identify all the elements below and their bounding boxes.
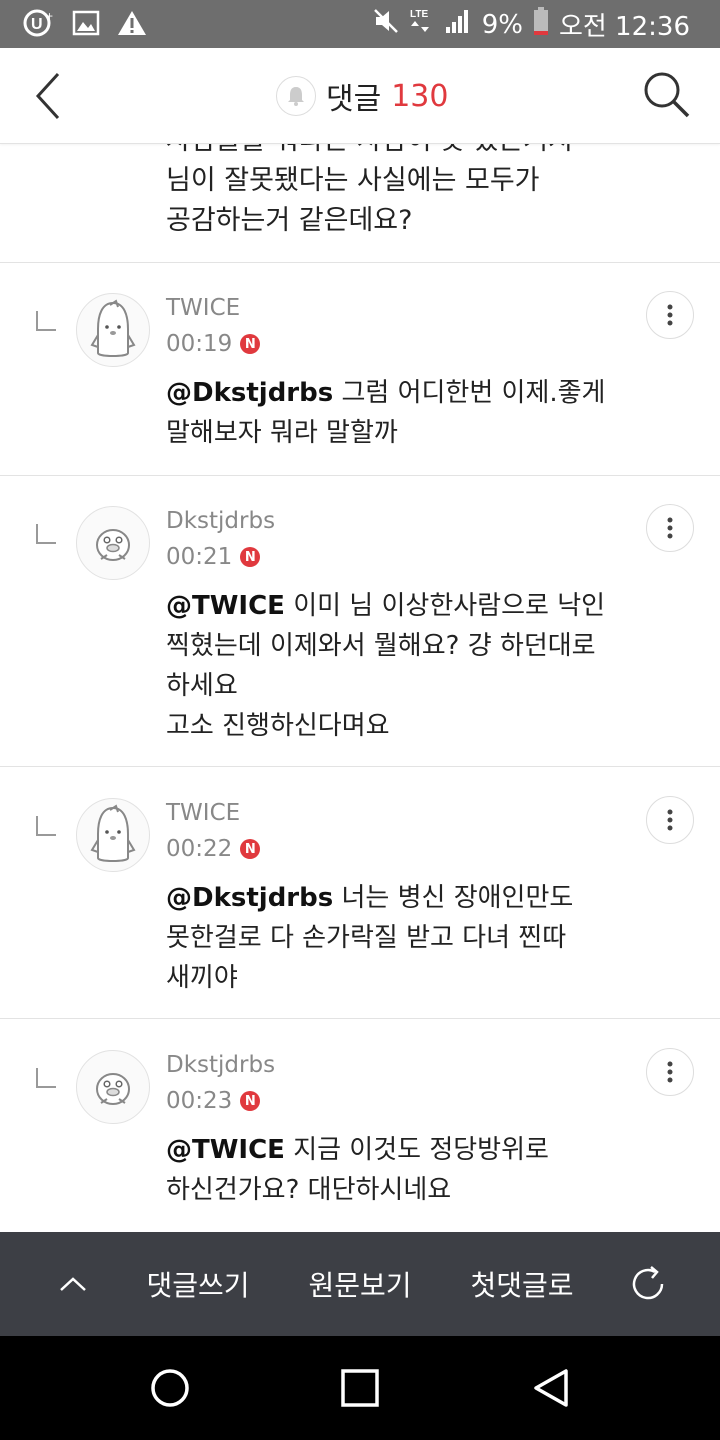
comment-author[interactable]: TWICE — [166, 800, 240, 826]
reply-indicator — [36, 1068, 56, 1088]
comments-header: 댓글 130 — [0, 48, 720, 144]
reply-indicator — [36, 311, 56, 331]
comment-timestamp: 00:19 — [166, 331, 233, 357]
bottom-toolbar: 댓글쓰기 원문보기 첫댓글로 — [0, 1232, 720, 1336]
new-badge: N — [240, 1091, 261, 1111]
back-button[interactable] — [28, 70, 76, 122]
system-nav-bar — [0, 1336, 720, 1440]
penguin-avatar-icon[interactable] — [76, 293, 150, 367]
reply-item: Dkstjdrbs 00:23 N @TWICE 지금 이것도 정당방위로 하신… — [0, 1020, 720, 1232]
comment-time: 00:21 N — [166, 544, 261, 570]
chevron-left-icon — [35, 72, 60, 120]
clock: 오전 12:36 — [558, 12, 690, 42]
first-comment-button[interactable]: 첫댓글로 — [454, 1232, 590, 1336]
svg-text:U: U — [31, 16, 43, 33]
comment-body: 사람들을 뭐라는 사람이 못 있는거지 님이 잘못됐다는 사실에는 모두가 공감… — [166, 143, 573, 236]
mention-link[interactable]: @TWICE — [166, 1135, 285, 1165]
comment-author[interactable]: TWICE — [166, 295, 240, 321]
mention-link[interactable]: @Dkstjdrbs — [166, 883, 333, 913]
home-circle-icon — [151, 1369, 189, 1407]
write-comment-button[interactable]: 댓글쓰기 — [130, 1232, 266, 1336]
view-original-button[interactable]: 원문보기 — [292, 1232, 428, 1336]
comment-body: @TWICE 이미 님 이상한사람으로 낙인 찍혔는데 이제와서 뭘해요? 걍 … — [166, 586, 636, 746]
reply-item: Dkstjdrbs 00:21 N @TWICE 이미 님 이상한사람으로 낙인… — [0, 476, 720, 767]
comment-time: 00:22 N — [166, 836, 261, 862]
back-triangle-icon — [534, 1369, 568, 1407]
new-badge: N — [240, 839, 261, 859]
reply-indicator — [36, 816, 56, 836]
page-title: 댓글 130 — [276, 74, 448, 118]
new-badge: N — [240, 334, 261, 354]
warning-icon — [116, 9, 148, 41]
comment-time: 00:23 N — [166, 1088, 261, 1114]
more-options-button[interactable] — [646, 796, 694, 844]
duck-avatar-icon[interactable] — [76, 506, 150, 580]
battery-icon — [533, 6, 549, 43]
comment-timestamp: 00:21 — [166, 544, 233, 570]
more-vertical-icon — [667, 1061, 673, 1083]
new-badge: N — [240, 547, 261, 567]
image-icon — [72, 9, 100, 41]
reply-item: TWICE 00:19 N @Dkstjdrbs 그럼 어디한번 이제.좋게 말… — [0, 263, 720, 476]
status-right: LTE 9% 오전 12:36 — [372, 6, 690, 43]
search-button[interactable] — [640, 68, 692, 120]
refresh-button[interactable] — [620, 1232, 676, 1336]
reply-indicator — [36, 524, 56, 544]
status-left-icons: U + — [22, 8, 148, 42]
lte-icon: LTE — [410, 6, 434, 43]
chevron-up-icon — [60, 1277, 86, 1291]
u-plus-icon: U + — [22, 8, 56, 42]
more-options-button[interactable] — [646, 1048, 694, 1096]
comment-author[interactable]: Dkstjdrbs — [166, 1052, 275, 1078]
bell-icon[interactable] — [276, 76, 316, 116]
more-options-button[interactable] — [646, 291, 694, 339]
search-icon — [644, 72, 690, 118]
reply-item: TWICE 00:22 N @Dkstjdrbs 너는 병신 장애인만도 못한걸… — [0, 768, 720, 1019]
comment-time: 00:19 N — [166, 331, 261, 357]
mention-link[interactable]: @TWICE — [166, 591, 285, 621]
back-nav-button[interactable] — [530, 1366, 574, 1410]
scroll-top-button[interactable] — [40, 1232, 106, 1336]
comment-body: @TWICE 지금 이것도 정당방위로 하신건가요? 대단하시네요 — [166, 1130, 636, 1210]
comment-item-partial: 사람들을 뭐라는 사람이 못 있는거지 님이 잘못됐다는 사실에는 모두가 공감… — [0, 143, 720, 263]
mute-icon — [372, 7, 400, 42]
recents-button[interactable] — [338, 1366, 382, 1410]
signal-icon — [444, 7, 472, 42]
comment-body: @Dkstjdrbs 너는 병신 장애인만도 못한걸로 다 손가락질 받고 다녀… — [166, 878, 636, 998]
comment-timestamp: 00:22 — [166, 836, 233, 862]
home-button[interactable] — [148, 1366, 192, 1410]
duck-avatar-icon[interactable] — [76, 1050, 150, 1124]
recents-square-icon — [341, 1369, 379, 1407]
more-vertical-icon — [667, 517, 673, 539]
comment-count: 130 — [391, 78, 449, 114]
comment-list[interactable]: 사람들을 뭐라는 사람이 못 있는거지 님이 잘못됐다는 사실에는 모두가 공감… — [0, 143, 720, 1232]
comment-author[interactable]: Dkstjdrbs — [166, 508, 275, 534]
more-vertical-icon — [667, 304, 673, 326]
more-options-button[interactable] — [646, 504, 694, 552]
comment-timestamp: 00:23 — [166, 1088, 233, 1114]
title-label: 댓글 — [326, 82, 382, 117]
status-bar: U + LTE 9% 오전 12:36 — [0, 0, 720, 48]
battery-percent: 9% — [481, 9, 523, 40]
more-vertical-icon — [667, 809, 673, 831]
refresh-icon — [632, 1266, 664, 1300]
svg-text:LTE: LTE — [410, 9, 428, 20]
mention-link[interactable]: @Dkstjdrbs — [166, 378, 333, 408]
penguin-avatar-icon[interactable] — [76, 798, 150, 872]
comment-body: @Dkstjdrbs 그럼 어디한번 이제.좋게 말해보자 뭐라 말할까 — [166, 373, 636, 453]
svg-text:+: + — [46, 9, 53, 23]
